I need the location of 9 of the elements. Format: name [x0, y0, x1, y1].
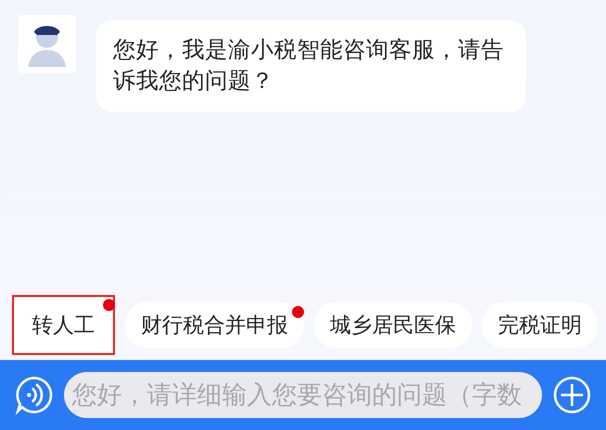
avatar-icon — [18, 15, 76, 73]
quick-reply-chip[interactable]: 城乡居民医保 — [314, 302, 472, 348]
quick-reply-chip[interactable]: 完税证明 — [482, 302, 598, 348]
quick-reply-chip[interactable]: 转人工 — [12, 295, 115, 355]
question-input-field[interactable]: 您好，请详细输入您要咨询的问题（字数 — [64, 372, 542, 418]
add-icon[interactable] — [552, 375, 592, 415]
chat-message: 您好，我是渝小税智能咨询客服，请告诉我您的问题？ — [96, 20, 526, 112]
voice-icon[interactable] — [14, 375, 54, 415]
quick-reply-chip[interactable]: 财行税合并申报 — [125, 302, 304, 348]
